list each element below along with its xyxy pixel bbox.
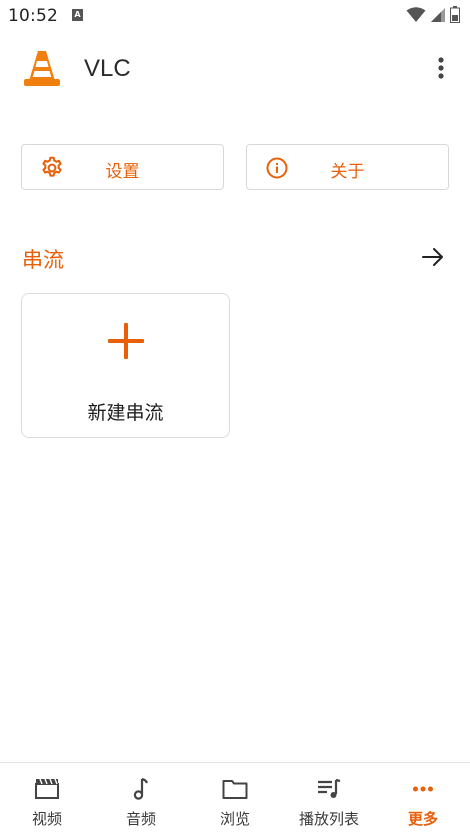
app-bar: VLC [0,36,470,102]
more-dots-icon [413,786,433,792]
wifi-icon [406,6,426,22]
battery-icon [450,6,460,23]
nav-label-audio: 音频 [125,810,156,828]
bottom-navigation: 视频 音频 浏览 播放列表 更多 [0,762,470,835]
new-stream-label: 新建串流 [87,402,164,424]
video-icon [35,778,59,799]
music-note-icon [133,777,149,800]
about-button[interactable]: 关于 [246,144,449,190]
settings-label: 设置 [105,162,140,182]
nav-label-more: 更多 [407,810,438,828]
new-stream-card[interactable]: 新建串流 [21,293,230,438]
app-title: VLC [84,55,131,82]
vlc-cone-logo-icon [24,51,60,86]
arrow-right-icon[interactable] [421,246,445,268]
status-bar: 10:52 A [0,0,470,32]
nav-item-playlists[interactable]: 播放列表 [282,763,376,835]
nav-label-browse: 浏览 [219,810,250,828]
cellular-signal-icon [431,7,445,22]
status-time: 10:52 [8,6,58,26]
streams-section-title: 串流 [22,248,64,272]
settings-button[interactable]: 设置 [21,144,224,190]
nav-item-audio[interactable]: 音频 [94,763,188,835]
plus-icon [108,323,144,359]
nav-item-browse[interactable]: 浏览 [188,763,282,835]
folder-icon [222,780,248,799]
nav-label-playlists: 播放列表 [298,810,359,828]
more-vertical-icon[interactable] [428,53,454,83]
nav-label-video: 视频 [31,810,62,828]
notification-a-icon: A [72,9,83,21]
nav-item-more[interactable]: 更多 [376,763,470,835]
status-indicators [406,6,460,23]
playlist-icon [318,778,341,798]
about-label: 关于 [330,162,365,182]
nav-item-video[interactable]: 视频 [0,763,94,835]
